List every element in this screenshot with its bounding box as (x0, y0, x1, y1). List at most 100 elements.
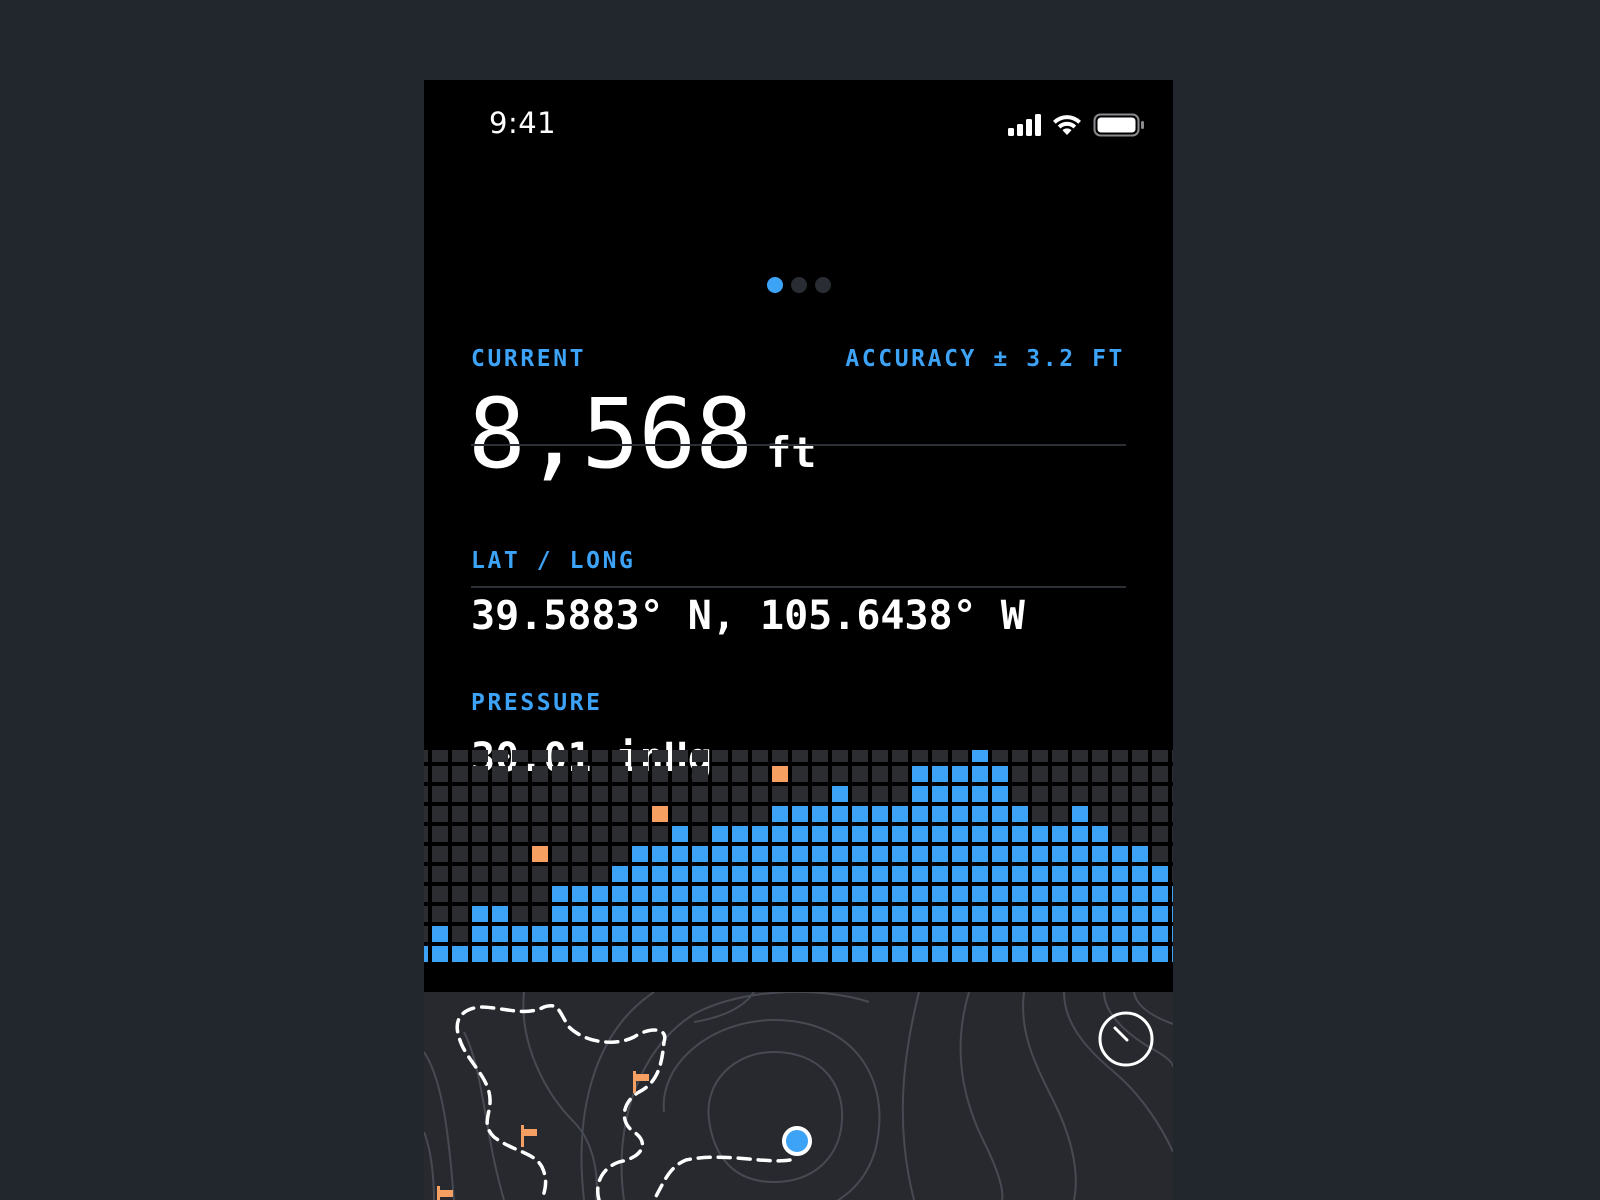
page-dot-3[interactable] (814, 277, 831, 293)
chart-cell-empty (852, 750, 868, 762)
chart-cell-empty (512, 806, 528, 822)
chart-bar-cell (652, 946, 668, 962)
chart-cell-empty (852, 766, 868, 782)
wifi-icon (1051, 113, 1083, 137)
chart-bar-cell (1012, 906, 1028, 922)
chart-bar-cell (1012, 826, 1028, 842)
chart-column (832, 750, 848, 962)
chart-column (612, 750, 628, 962)
chart-bar-cell (1172, 906, 1173, 922)
chart-cell-empty (632, 786, 648, 802)
chart-column (932, 750, 948, 962)
chart-bar-cell (712, 846, 728, 862)
topo-map[interactable] (424, 992, 1173, 1200)
chart-bar-cell (872, 886, 888, 902)
chart-bar-cell (792, 806, 808, 822)
waypoint-flag-icon[interactable] (437, 1186, 453, 1200)
chart-cell-empty (572, 826, 588, 842)
chart-marker (532, 846, 548, 862)
page-indicator[interactable] (424, 277, 1173, 293)
chart-bar-cell (952, 846, 968, 862)
chart-bar-cell (812, 806, 828, 822)
chart-bar-cell (1072, 826, 1088, 842)
chart-bar-cell (592, 946, 608, 962)
chart-cell-empty (424, 846, 428, 862)
current-location-icon[interactable] (782, 1126, 812, 1156)
compass-icon[interactable] (1098, 1011, 1154, 1067)
chart-column (492, 750, 508, 962)
chart-cell-empty (1112, 826, 1128, 842)
divider (471, 444, 1126, 446)
chart-bar-cell (892, 806, 908, 822)
chart-bar-cell (1112, 846, 1128, 862)
chart-bar-cell (1072, 926, 1088, 942)
chart-bar-cell (1032, 826, 1048, 842)
chart-cell-empty (552, 750, 568, 762)
chart-bar-cell (632, 946, 648, 962)
chart-cell-empty (1132, 806, 1148, 822)
chart-bar-cell (972, 750, 988, 762)
chart-cell-empty (492, 750, 508, 762)
topo-map-canvas[interactable] (424, 992, 1173, 1200)
chart-cell-empty (632, 766, 648, 782)
chart-bar-cell (672, 846, 688, 862)
chart-bar-cell (692, 846, 708, 862)
chart-cell-empty (732, 750, 748, 762)
chart-bar-cell (912, 946, 928, 962)
chart-marker (772, 766, 788, 782)
chart-cell-empty (472, 826, 488, 842)
trail-path (455, 1004, 792, 1200)
chart-bar-cell (1152, 866, 1168, 882)
chart-bar-cell (592, 906, 608, 922)
chart-bar-cell (452, 946, 468, 962)
chart-bar-cell (932, 826, 948, 842)
chart-bar-cell (492, 906, 508, 922)
waypoint-flag-icon[interactable] (521, 1125, 537, 1147)
chart-bar-cell (992, 806, 1008, 822)
chart-column (992, 750, 1008, 962)
chart-bar-cell (932, 886, 948, 902)
chart-cell-empty (432, 906, 448, 922)
chart-cell-empty (492, 846, 508, 862)
chart-bar-cell (672, 866, 688, 882)
accuracy-label: ACCURACY ± 3.2 FT (845, 346, 1125, 372)
lat-long-label: LAT / LONG (471, 548, 636, 574)
chart-bar-cell (752, 866, 768, 882)
chart-cell-empty (1012, 786, 1028, 802)
chart-bar-cell (1072, 806, 1088, 822)
chart-bar-cell (772, 906, 788, 922)
chart-bar-cell (832, 946, 848, 962)
chart-cell-empty (532, 766, 548, 782)
chart-bar-cell (752, 886, 768, 902)
chart-bar-cell (632, 906, 648, 922)
chart-cell-empty (1132, 786, 1148, 802)
chart-bar-cell (872, 806, 888, 822)
chart-column (652, 750, 668, 962)
chart-bar-cell (912, 846, 928, 862)
chart-bar-cell (912, 926, 928, 942)
page-dot-2[interactable] (790, 277, 807, 293)
chart-cell-empty (892, 750, 908, 762)
chart-bar-cell (972, 806, 988, 822)
chart-cell-empty (512, 866, 528, 882)
chart-cell-empty (1172, 846, 1173, 862)
chart-bar-cell (1052, 946, 1068, 962)
chart-cell-empty (592, 766, 608, 782)
chart-bar-cell (1112, 906, 1128, 922)
chart-cell-empty (632, 826, 648, 842)
chart-bar-cell (812, 826, 828, 842)
chart-bar-cell (812, 846, 828, 862)
chart-column (772, 750, 788, 962)
chart-column (852, 750, 868, 962)
chart-cell-empty (424, 886, 428, 902)
chart-bar-cell (852, 906, 868, 922)
chart-cell-empty (832, 750, 848, 762)
chart-bar-cell (892, 946, 908, 962)
chart-bar-cell (712, 886, 728, 902)
chart-cell-empty (492, 786, 508, 802)
chart-cell-empty (652, 750, 668, 762)
chart-bar-cell (912, 826, 928, 842)
page-dot-1[interactable] (766, 277, 783, 293)
chart-cell-empty (552, 846, 568, 862)
chart-cell-empty (1092, 806, 1108, 822)
